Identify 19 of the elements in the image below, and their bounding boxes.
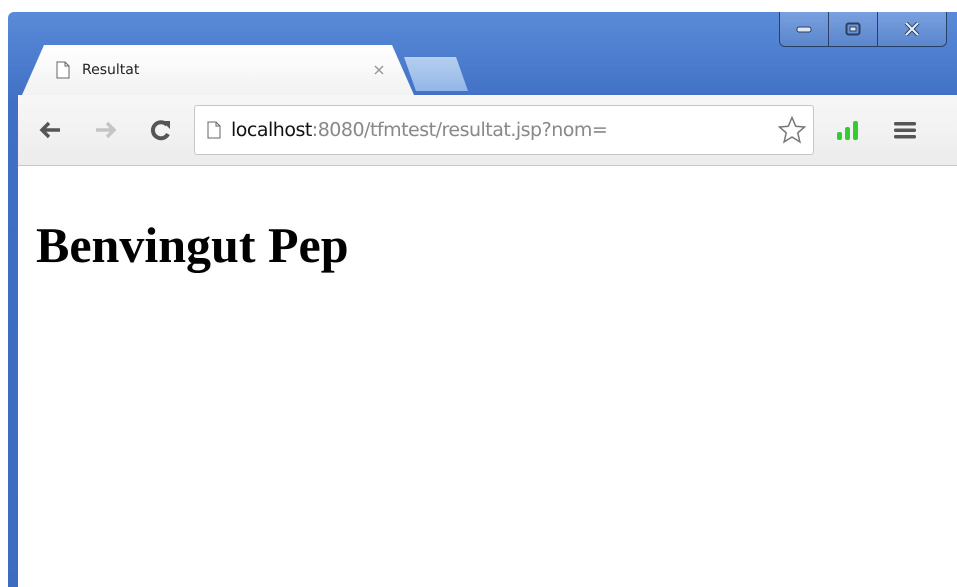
back-icon[interactable] xyxy=(38,120,62,140)
close-icon[interactable] xyxy=(374,65,384,75)
browser-tab[interactable]: Resultat xyxy=(22,45,414,95)
page-icon xyxy=(56,61,70,79)
maximize-icon xyxy=(845,22,861,36)
reload-icon[interactable] xyxy=(150,119,172,141)
address-bar[interactable]: localhost:8080/tfmtest/resultat.jsp?nom= xyxy=(194,105,814,155)
minimize-button[interactable] xyxy=(780,12,829,46)
close-icon xyxy=(904,22,920,36)
page-heading: Benvingut Pep xyxy=(36,216,349,274)
page-icon xyxy=(207,121,221,139)
menu-icon[interactable] xyxy=(894,121,916,139)
url-text: localhost:8080/tfmtest/resultat.jsp?nom= xyxy=(231,119,608,141)
tab-title: Resultat xyxy=(82,62,140,78)
new-tab-button[interactable] xyxy=(404,57,468,91)
minimize-icon xyxy=(796,25,812,33)
close-button[interactable] xyxy=(878,12,946,46)
maximize-button[interactable] xyxy=(829,12,878,46)
star-icon[interactable] xyxy=(777,115,807,145)
